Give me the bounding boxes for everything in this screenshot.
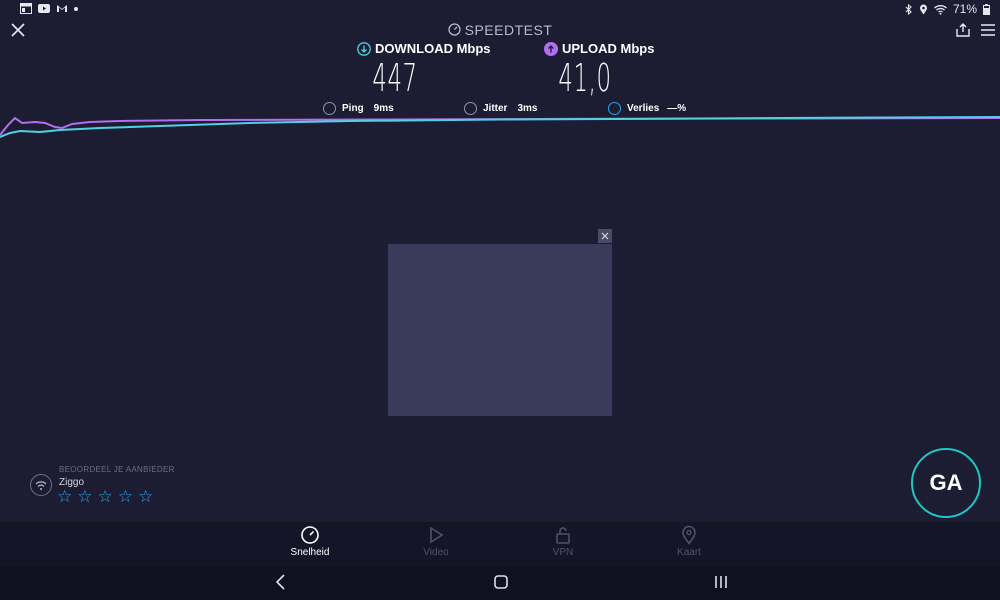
- battery-icon: [983, 3, 990, 15]
- page-title-text: SPEEDTEST: [464, 22, 553, 38]
- upload-header: UPLOAD Mbps: [544, 41, 654, 56]
- play-icon: [430, 526, 444, 544]
- upload-value: 41,0: [558, 56, 612, 100]
- upload-label: UPLOAD Mbps: [562, 41, 655, 56]
- rating-stars[interactable]: ☆ ☆ ☆ ☆ ☆: [57, 488, 153, 505]
- youtube-icon: [38, 4, 50, 13]
- tab-label: VPN: [552, 547, 574, 558]
- lock-icon: [556, 527, 570, 544]
- upload-arrow-icon: [544, 41, 558, 56]
- provider-wifi-ring: [30, 474, 52, 496]
- share-icon[interactable]: [955, 22, 971, 38]
- download-header: DOWNLOAD Mbps: [357, 41, 491, 56]
- home-icon[interactable]: [491, 573, 511, 591]
- ad-banner[interactable]: [388, 244, 612, 416]
- map-pin-icon: [682, 525, 696, 545]
- status-left-icons: [20, 3, 78, 14]
- speedometer-logo-icon: [447, 23, 461, 39]
- speed-graph: [0, 116, 1000, 138]
- download-value: 447: [372, 56, 418, 100]
- download-label: DOWNLOAD Mbps: [375, 41, 491, 56]
- download-arrow-icon: [357, 41, 371, 56]
- tab-label: Kaart: [677, 547, 701, 558]
- close-icon: [601, 232, 609, 240]
- menu-icon[interactable]: [980, 24, 996, 36]
- battery-percentage: 71%: [952, 2, 977, 16]
- dot-icon: [74, 6, 78, 11]
- ad-close-button[interactable]: [598, 229, 612, 243]
- provider-caption: BEOORDEEL JE AANBIEDER: [59, 465, 175, 474]
- wifi-icon: [934, 4, 947, 15]
- tab-snelheid[interactable]: Snelheid: [270, 525, 350, 558]
- status-bar: 71%: [0, 0, 1000, 18]
- page-title: SPEEDTEST: [0, 22, 1000, 39]
- tab-label: Video: [423, 547, 449, 558]
- gmail-icon: [57, 5, 67, 12]
- wifi-icon: [35, 481, 47, 490]
- star-icon[interactable]: ☆: [57, 488, 72, 505]
- status-right-icons: 71%: [905, 2, 990, 16]
- tab-vpn[interactable]: VPN: [523, 525, 603, 558]
- back-icon[interactable]: [272, 573, 292, 591]
- tab-video[interactable]: Video: [396, 525, 476, 558]
- star-icon[interactable]: ☆: [118, 488, 133, 505]
- star-icon[interactable]: ☆: [77, 488, 92, 505]
- location-icon: [919, 4, 927, 14]
- tab-kaart[interactable]: Kaart: [649, 525, 729, 558]
- recent-apps-icon[interactable]: [711, 573, 731, 591]
- bluetooth-icon: [905, 3, 912, 15]
- speedometer-icon: [301, 526, 319, 544]
- bottom-nav: [0, 522, 1000, 566]
- go-button[interactable]: GA: [911, 448, 981, 518]
- window-icon: [20, 3, 32, 14]
- star-icon[interactable]: ☆: [98, 488, 113, 505]
- tab-label: Snelheid: [290, 547, 330, 558]
- star-icon[interactable]: ☆: [138, 488, 153, 505]
